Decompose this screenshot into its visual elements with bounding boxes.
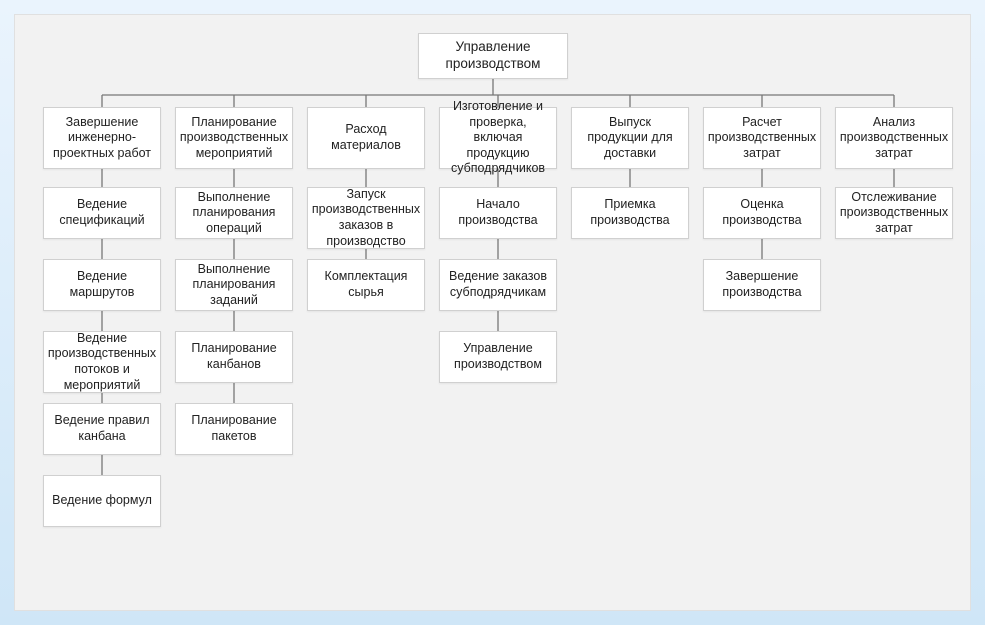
node-child-1-3: Планирование пакетов [175, 403, 293, 455]
node-head-1: Планирование производственных мероприяти… [175, 107, 293, 169]
outer-frame: Управление производством Завершение инжен… [0, 0, 985, 625]
node-child-1-2: Планирование канбанов [175, 331, 293, 383]
node-child-0-0: Ведение спецификаций [43, 187, 161, 239]
diagram-canvas: Управление производством Завершение инжен… [14, 14, 971, 611]
node-child-4-0: Приемка производства [571, 187, 689, 239]
node-head-5: Расчет производственных затрат [703, 107, 821, 169]
node-child-3-2: Управление производством [439, 331, 557, 383]
node-child-1-1: Выполнение планирования заданий [175, 259, 293, 311]
node-child-2-0: Запуск производственных заказов в произв… [307, 187, 425, 249]
node-head-2: Расход материалов [307, 107, 425, 169]
node-child-3-0: Начало производства [439, 187, 557, 239]
node-child-3-1: Ведение заказов субподрядчикам [439, 259, 557, 311]
node-child-0-2: Ведение производственных потоков и мероп… [43, 331, 161, 393]
node-child-2-1: Комплектация сырья [307, 259, 425, 311]
node-child-0-3: Ведение правил канбана [43, 403, 161, 455]
node-head-3: Изготовление и проверка, включая продукц… [439, 107, 557, 169]
node-child-1-0: Выполнение планирования операций [175, 187, 293, 239]
node-child-5-0: Оценка производства [703, 187, 821, 239]
node-head-4: Выпуск продукции для доставки [571, 107, 689, 169]
node-child-0-4: Ведение формул [43, 475, 161, 527]
node-head-0: Завершение инженерно-проектных работ [43, 107, 161, 169]
node-child-5-1: Завершение производства [703, 259, 821, 311]
node-child-0-1: Ведение маршрутов [43, 259, 161, 311]
node-head-6: Анализ производственных затрат [835, 107, 953, 169]
node-child-6-0: Отслеживание производственных затрат [835, 187, 953, 239]
node-root: Управление производством [418, 33, 568, 79]
